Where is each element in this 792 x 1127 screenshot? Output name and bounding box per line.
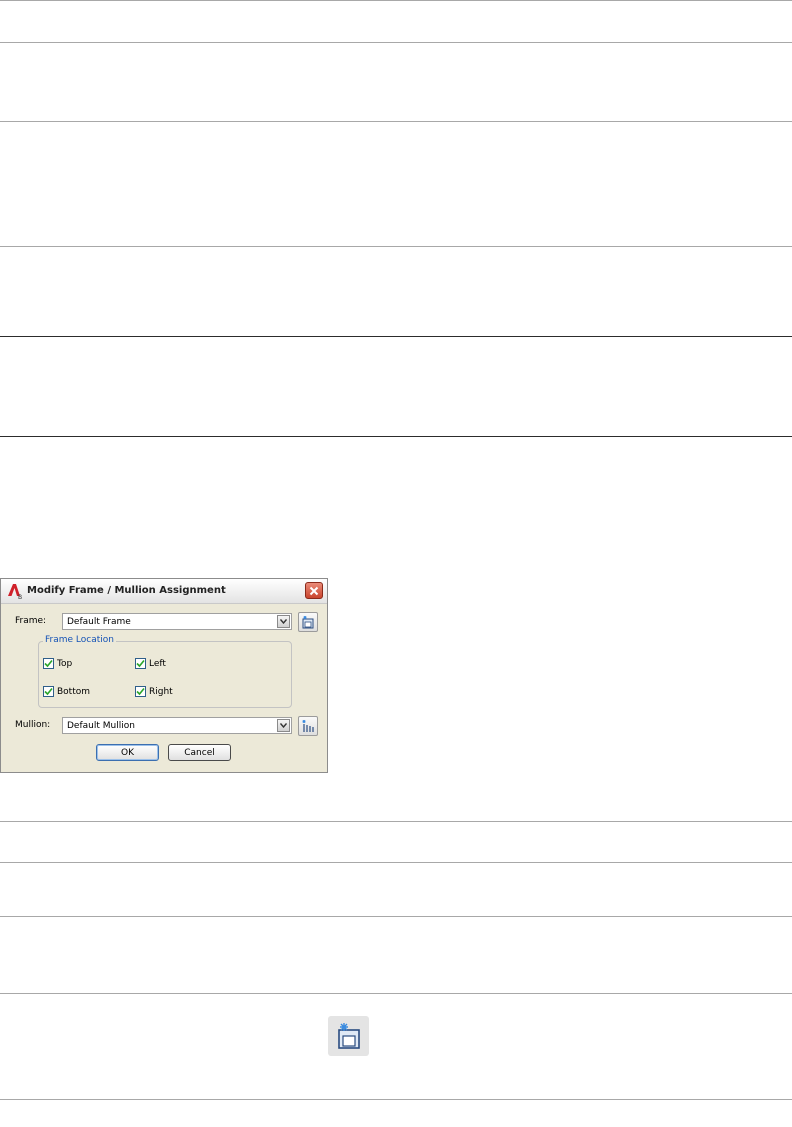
table-rule <box>0 916 792 917</box>
checkbox-label: Top <box>57 658 73 669</box>
checkbox-label: Left <box>149 658 166 669</box>
table-rule <box>0 821 792 822</box>
frame-location-group: Frame Location Top Left Bottom Right <box>38 635 292 708</box>
checkbox-box[interactable] <box>135 658 146 669</box>
table-rule <box>0 121 792 122</box>
autocad-architecture-icon: B <box>6 582 24 601</box>
checkbox-label: Right <box>149 686 173 697</box>
frame-location-legend: Frame Location <box>43 635 116 645</box>
svg-text:B: B <box>18 594 22 600</box>
checkbox-left[interactable]: Left <box>135 658 166 669</box>
table-rule <box>0 993 792 994</box>
chevron-down-icon[interactable] <box>277 615 290 628</box>
new-frame-icon <box>302 616 314 629</box>
checkbox-bottom[interactable]: Bottom <box>43 686 90 697</box>
mullion-select[interactable]: Default Mullion <box>62 717 292 734</box>
check-icon <box>136 659 145 668</box>
new-frame-icon <box>328 1016 369 1056</box>
close-icon <box>309 586 319 595</box>
check-icon <box>136 687 145 696</box>
frame-select[interactable]: Default Frame <box>62 613 292 630</box>
mullion-select-value: Default Mullion <box>67 721 135 731</box>
close-button[interactable] <box>305 582 323 599</box>
checkbox-label: Bottom <box>57 686 91 697</box>
frame-label: Frame: <box>15 616 47 626</box>
checkbox-box[interactable] <box>43 658 54 669</box>
new-frame-button[interactable] <box>298 612 318 632</box>
checkbox-right[interactable]: Right <box>135 686 173 697</box>
table-rule <box>0 1099 792 1100</box>
table-rule <box>0 862 792 863</box>
table-rule <box>0 336 792 337</box>
dialog-titlebar[interactable]: B Modify Frame / Mullion Assignment <box>1 579 327 604</box>
dialog-title: Modify Frame / Mullion Assignment <box>27 585 226 596</box>
new-mullion-icon <box>302 720 314 732</box>
check-icon <box>44 659 53 668</box>
checkbox-top[interactable]: Top <box>43 658 72 669</box>
cancel-button[interactable]: Cancel <box>168 744 231 761</box>
new-mullion-button[interactable] <box>298 716 318 736</box>
checkbox-box[interactable] <box>43 686 54 697</box>
mullion-label: Mullion: <box>15 720 51 730</box>
modify-frame-mullion-dialog: B Modify Frame / Mullion Assignment Fram… <box>0 578 328 773</box>
check-icon <box>44 687 53 696</box>
table-rule <box>0 246 792 247</box>
ok-button[interactable]: OK <box>96 744 159 761</box>
table-rule <box>0 0 792 1</box>
table-rule <box>0 42 792 43</box>
table-rule <box>0 436 792 437</box>
checkbox-box[interactable] <box>135 686 146 697</box>
frame-select-value: Default Frame <box>67 617 131 627</box>
chevron-down-icon[interactable] <box>277 719 290 732</box>
